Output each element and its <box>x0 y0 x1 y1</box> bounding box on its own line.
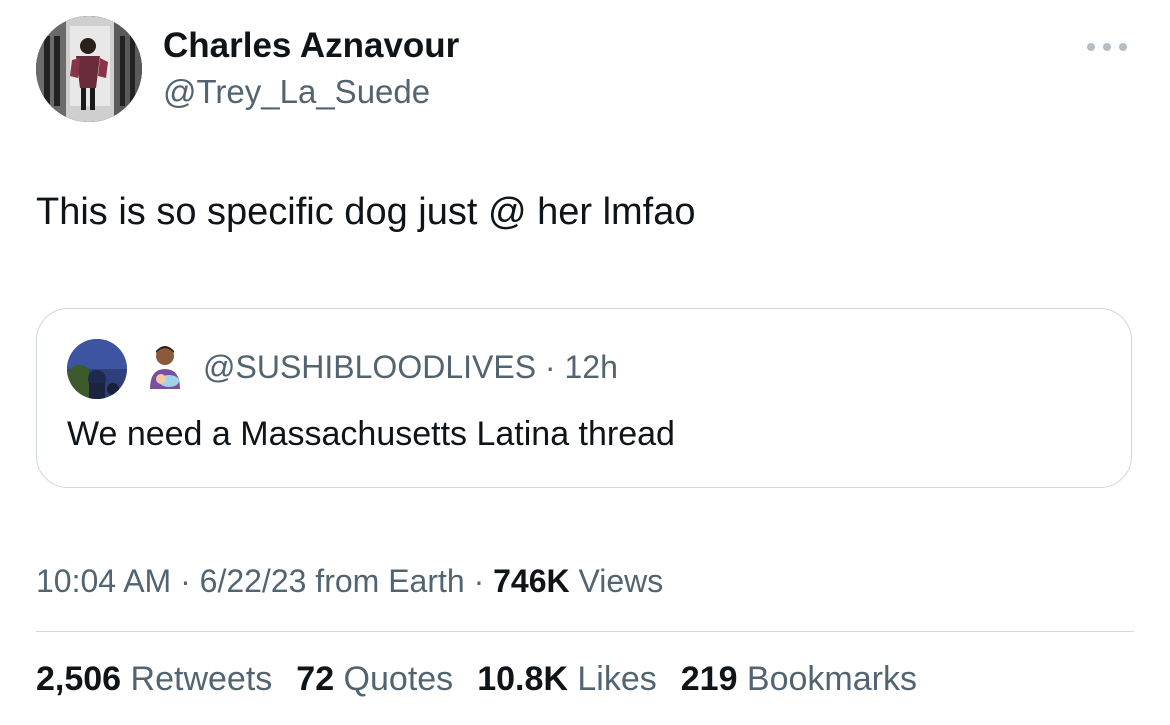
meta-separator: · <box>171 563 200 599</box>
tweet-text: This is so specific dog just @ her lmfao <box>36 191 696 233</box>
views-label: Views <box>569 563 664 599</box>
bookmarks-count: 219 <box>680 660 738 698</box>
author-avatar[interactable] <box>36 16 142 122</box>
author-display-name[interactable]: Charles Aznavour <box>163 26 459 66</box>
quoted-author-handle[interactable]: @SUSHIBLOODLIVES <box>203 349 536 385</box>
tweet-time[interactable]: 10:04 AM <box>36 563 171 599</box>
tweet-meta-row: 10:04 AM · 6/22/23 from Earth · 746K Vie… <box>36 563 663 600</box>
man-feeding-baby-icon <box>145 343 185 391</box>
tweet-date[interactable]: 6/22/23 <box>200 563 307 599</box>
tweet-source: from Earth <box>306 563 465 599</box>
meta-separator: · <box>464 563 494 599</box>
quotes-count: 72 <box>296 660 335 698</box>
quoted-tweet-age[interactable]: 12h <box>564 349 617 385</box>
quoted-author-avatar[interactable] <box>67 339 127 399</box>
retweets-stat[interactable]: 2,506 Retweets <box>36 660 272 699</box>
quotes-label: Quotes <box>334 660 454 698</box>
author-handle[interactable]: @Trey_La_Suede <box>163 73 430 111</box>
quoted-tweet-meta: @SUSHIBLOODLIVES · 12h <box>203 349 618 386</box>
quoted-tweet-card[interactable]: @SUSHIBLOODLIVES · 12h We need a Massach… <box>36 308 1132 488</box>
retweets-count: 2,506 <box>36 660 122 698</box>
quotes-stat[interactable]: 72 Quotes <box>296 660 453 699</box>
meta-separator: · <box>536 349 565 385</box>
views-count: 746K <box>493 563 570 599</box>
bookmarks-label: Bookmarks <box>737 660 917 698</box>
likes-label: Likes <box>567 660 657 698</box>
avatar-photo <box>36 16 142 122</box>
likes-count: 10.8K <box>477 660 568 698</box>
more-options-button[interactable] <box>1082 32 1132 62</box>
bookmarks-stat[interactable]: 219 Bookmarks <box>681 660 917 699</box>
quoted-tweet-text: We need a Massachusetts Latina thread <box>67 415 675 453</box>
retweets-label: Retweets <box>121 660 273 698</box>
divider <box>36 631 1134 632</box>
engagement-stats: 2,506 Retweets 72 Quotes 10.8K Likes 219 Bo… <box>36 660 941 699</box>
ellipsis-icon <box>1087 43 1127 51</box>
quoted-avatar-photo <box>67 339 127 399</box>
likes-stat[interactable]: 10.8K Likes <box>477 660 657 699</box>
